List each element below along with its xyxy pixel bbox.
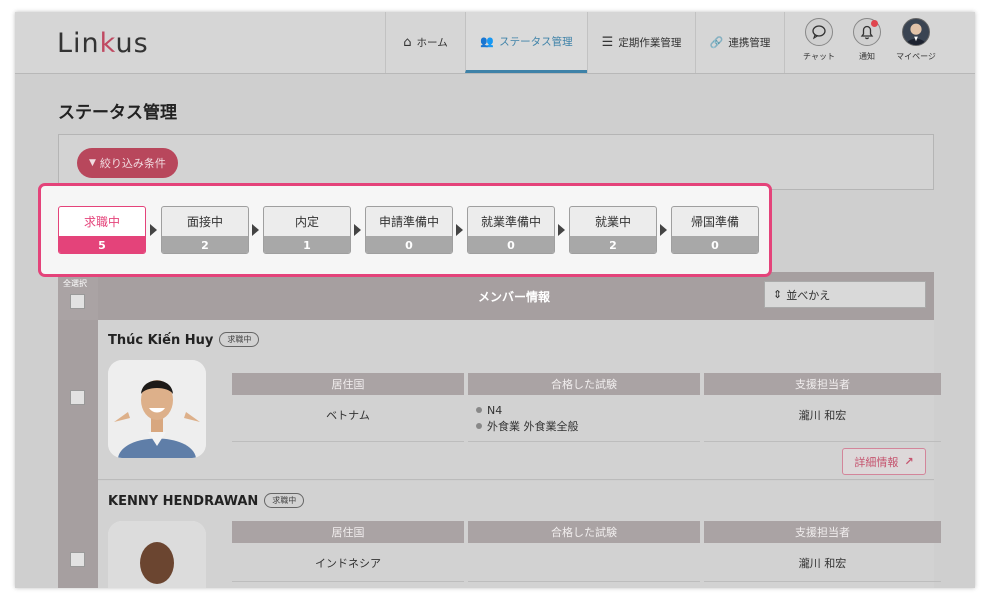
app-window: Linkus ⌂ ホーム 👥 ステータス管理 ☰ 定期作業管理 🔗 連携管理 チ… [15, 12, 975, 588]
nav-status-management[interactable]: 👥 ステータス管理 [465, 12, 587, 73]
member-photo [108, 360, 206, 458]
member-photo [108, 521, 206, 588]
arrow-right-icon [456, 224, 463, 236]
filter-icon: ▼ [89, 158, 96, 168]
column-staff: 支援担当者 [704, 373, 941, 395]
avatar [902, 18, 930, 46]
member-country: ベトナム [326, 409, 370, 422]
status-step[interactable]: 求職中 5 [58, 206, 146, 254]
column-exams: 合格した試験 [468, 521, 700, 543]
member-card: Thúc Kiến Huy 求職中 居住国 合格した試験 支援担当者 ベトナム N… [98, 320, 941, 480]
member-country: インドネシア [315, 557, 381, 570]
member-checkbox[interactable] [70, 552, 85, 567]
column-exams: 合格した試験 [468, 373, 700, 395]
chat-icon [805, 18, 833, 46]
sort-icon: ⇕ [773, 288, 783, 301]
nav-periodic-tasks[interactable]: ☰ 定期作業管理 [587, 12, 695, 73]
detail-info-button[interactable]: 詳細情報 ↗ [842, 448, 926, 475]
mypage-button[interactable]: マイページ [891, 18, 941, 62]
external-link-icon: ↗ [904, 455, 914, 468]
home-icon: ⌂ [403, 35, 412, 50]
member-card: KENNY HENDRAWAN 求職中 居住国 合格した試験 支援担当者 インドネ… [98, 481, 941, 588]
checkbox-column [58, 320, 98, 588]
arrow-right-icon [354, 224, 361, 236]
exam-item: N4 [476, 404, 579, 417]
linkus-logo[interactable]: Linkus [57, 28, 149, 59]
filter-conditions-button[interactable]: ▼ 絞り込み条件 [77, 148, 178, 178]
member-table-header: 全選択 メンバー情報 ⇕ 並べかえ [58, 272, 934, 320]
arrow-right-icon [252, 224, 259, 236]
member-info-heading: メンバー情報 [478, 290, 551, 304]
nav-integration[interactable]: 🔗 連携管理 [695, 12, 785, 73]
status-step[interactable]: 帰国準備 0 [671, 206, 759, 254]
status-step[interactable]: 内定 1 [263, 206, 351, 254]
status-badge: 求職中 [219, 332, 260, 347]
status-step[interactable]: 就業準備中 0 [467, 206, 555, 254]
chat-button[interactable]: チャット [797, 18, 841, 62]
nav-home[interactable]: ⌂ ホーム [385, 12, 465, 73]
member-staff: 瀧川 和宏 [798, 557, 847, 570]
list-icon: ☰ [601, 35, 614, 50]
page-title: ステータス管理 [58, 103, 177, 123]
member-staff: 瀧川 和宏 [798, 409, 847, 422]
member-name[interactable]: Thúc Kiến Huy 求職中 [108, 332, 260, 348]
column-country: 居住国 [232, 373, 464, 395]
arrow-right-icon [660, 224, 667, 236]
member-exams: N4 外食業 外食業全般 [476, 404, 579, 434]
link-icon: 🔗 [709, 36, 724, 49]
status-badge: 求職中 [264, 493, 305, 508]
select-all-checkbox[interactable] [70, 294, 85, 309]
exam-item: 外食業 外食業全般 [476, 418, 579, 434]
arrow-right-icon [150, 224, 157, 236]
status-step[interactable]: 面接中 2 [161, 206, 249, 254]
member-name[interactable]: KENNY HENDRAWAN 求職中 [108, 493, 305, 509]
member-checkbox[interactable] [70, 390, 85, 405]
status-step[interactable]: 就業中 2 [569, 206, 657, 254]
column-country: 居住国 [232, 521, 464, 543]
notification-dot [871, 20, 878, 27]
select-all-column: 全選択 [58, 272, 98, 320]
notification-button[interactable]: 通知 [845, 18, 889, 62]
status-stepper: 求職中 5 面接中 2 内定 1 申請準備中 0 就業準備中 0 就業中 2 帰国準備 0 [38, 183, 772, 277]
sort-select[interactable]: ⇕ 並べかえ [764, 281, 926, 308]
column-staff: 支援担当者 [704, 521, 941, 543]
filter-panel: ▼ 絞り込み条件 [58, 134, 934, 190]
status-step[interactable]: 申請準備中 0 [365, 206, 453, 254]
bell-icon [853, 18, 881, 46]
users-icon: 👥 [480, 34, 495, 48]
arrow-right-icon [558, 224, 565, 236]
top-header: Linkus ⌂ ホーム 👥 ステータス管理 ☰ 定期作業管理 🔗 連携管理 チ… [15, 12, 975, 74]
